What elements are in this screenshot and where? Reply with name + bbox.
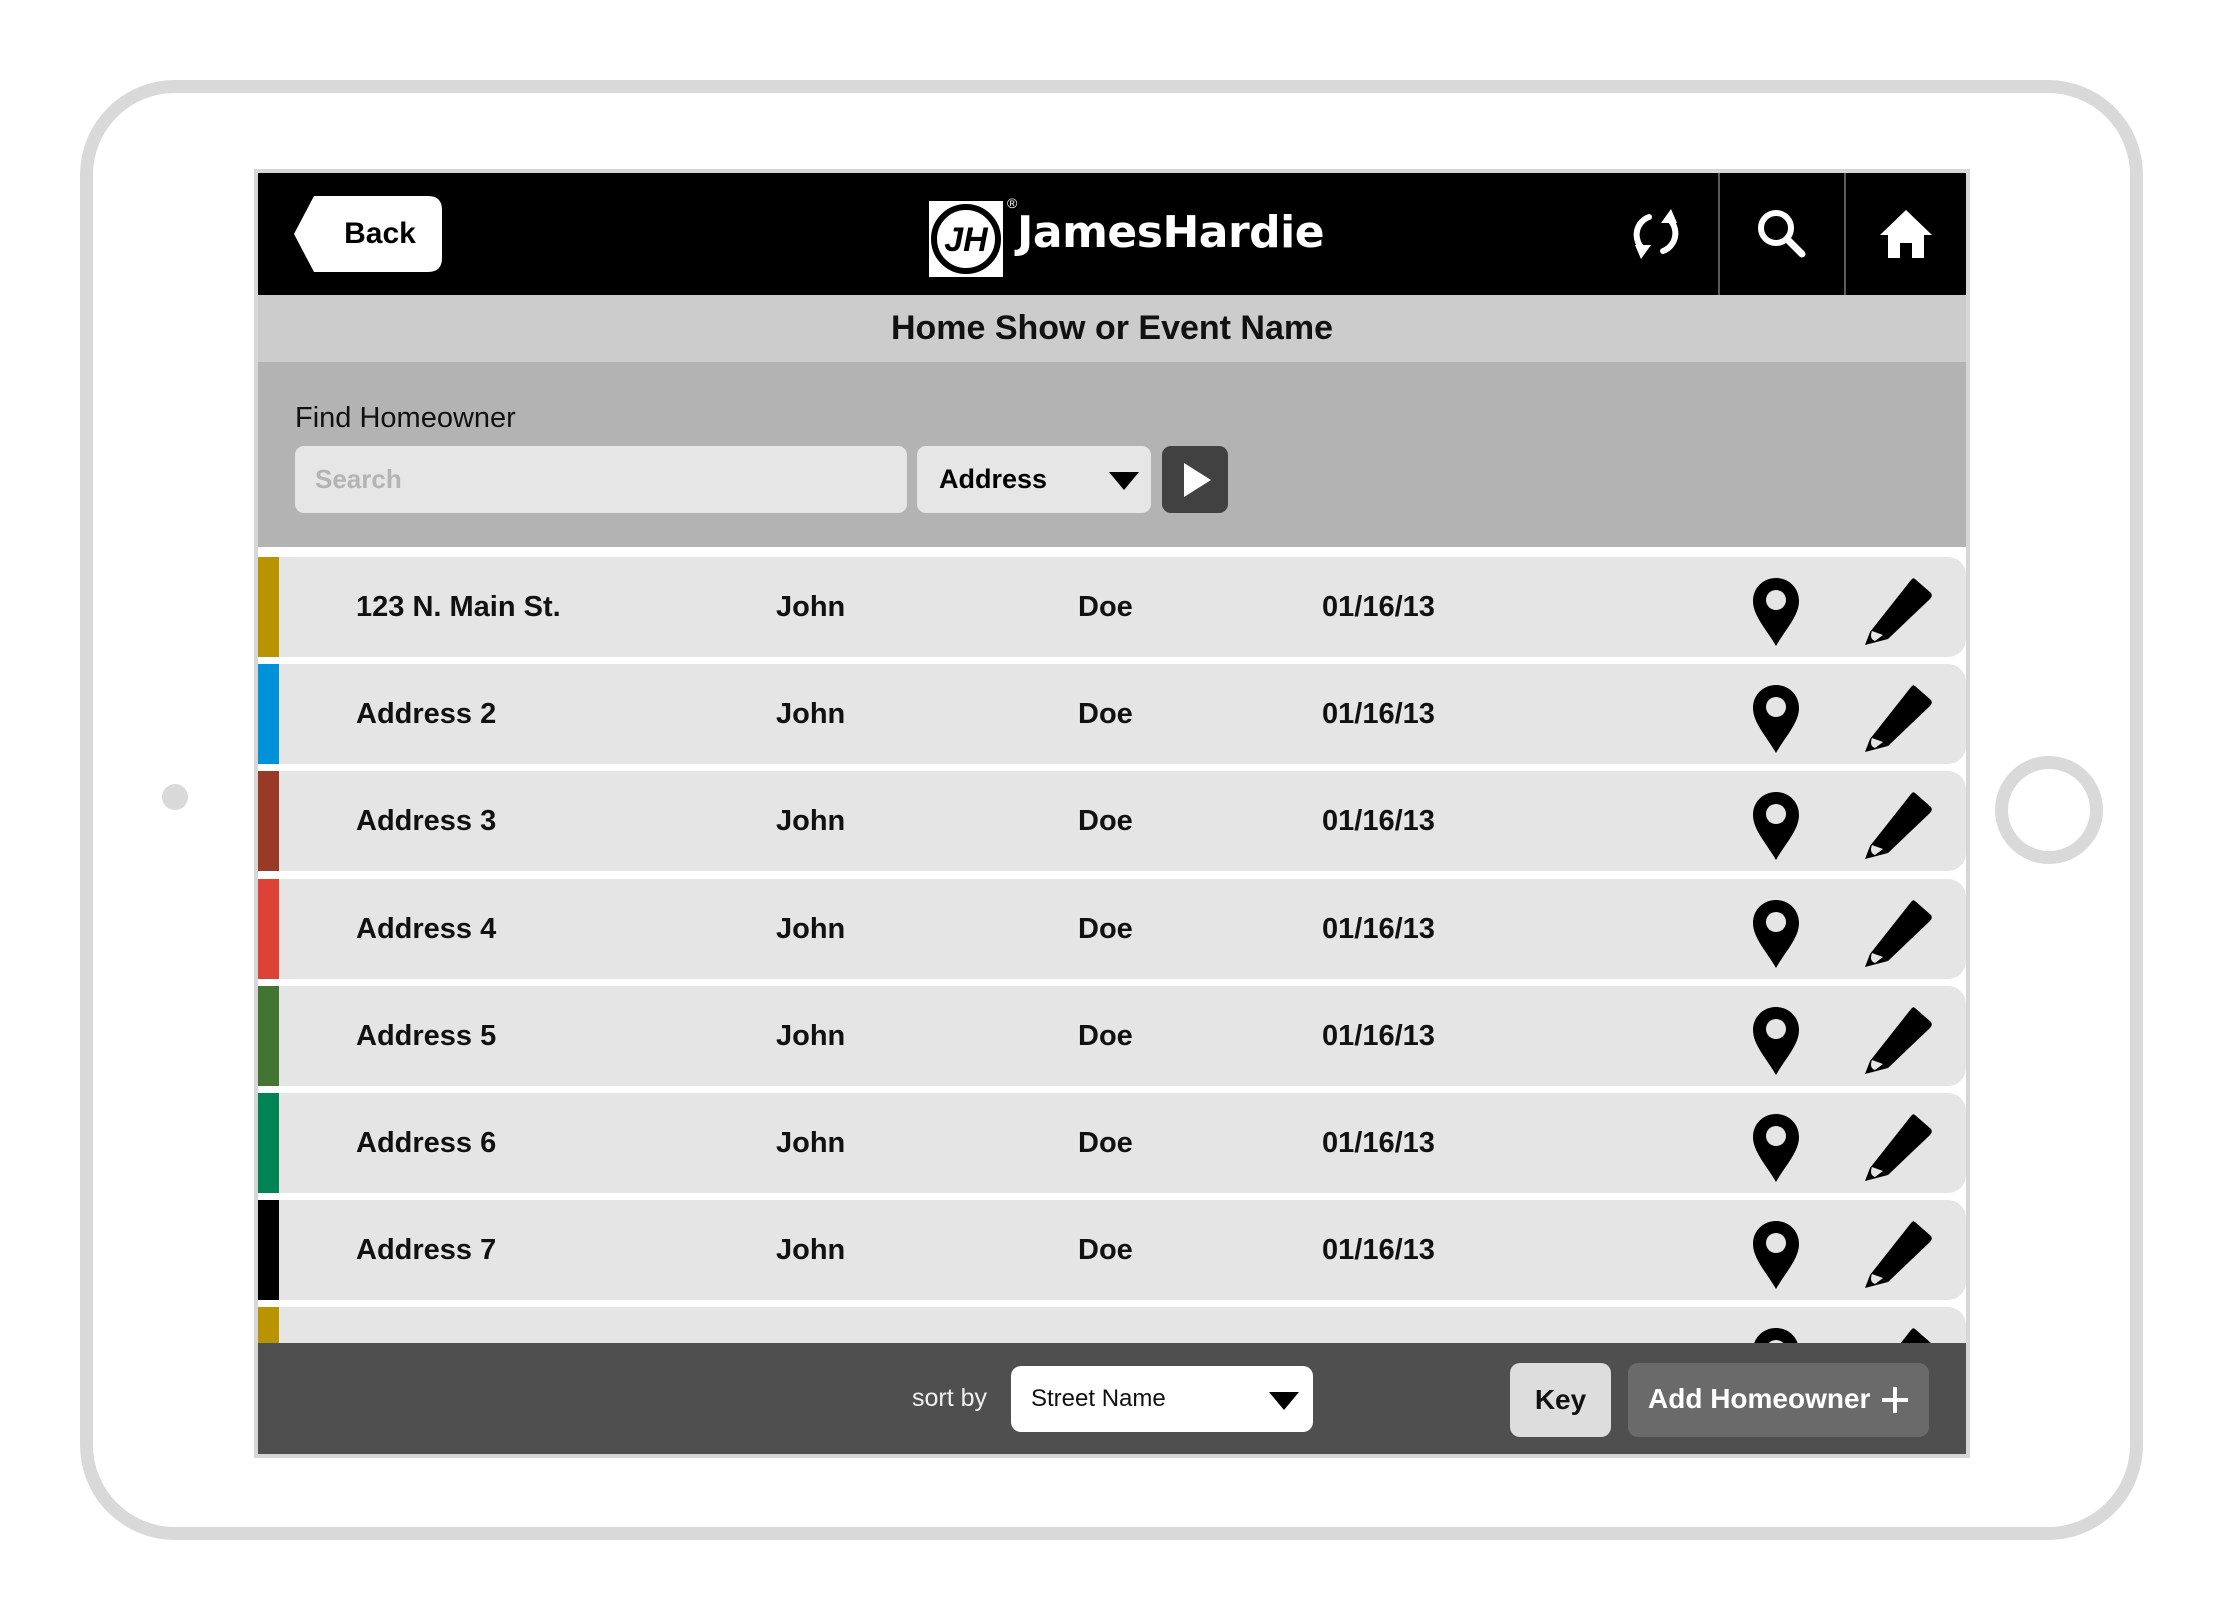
row-first-name: John <box>776 805 846 838</box>
status-color-bar <box>258 985 279 1086</box>
camera-dot <box>162 784 188 810</box>
row-date: 01/16/13 <box>1322 591 1435 623</box>
homeowner-row[interactable]: Address 6 John Doe 01/16/13 <box>258 1093 1966 1193</box>
search-go-button[interactable] <box>1162 446 1228 513</box>
svg-text:JH: JH <box>944 221 989 259</box>
homeowner-row[interactable]: Address 5 John Doe 01/16/13 <box>258 985 1966 1086</box>
map-pin-icon[interactable] <box>1753 685 1799 754</box>
row-address: Address 7 <box>356 1234 497 1267</box>
app-screen: Back JH ® JamesHardie Home Show or Event… <box>254 169 1970 1458</box>
row-last-name: Doe <box>1078 698 1133 731</box>
row-date: 01/16/13 <box>1322 1234 1435 1267</box>
sort-by-dropdown[interactable]: Street Name <box>1011 1366 1313 1432</box>
row-address: Address 6 <box>356 1127 497 1159</box>
registered-mark: ® <box>1007 195 1018 211</box>
homeowner-row[interactable]: Address 7 John Doe 01/16/13 <box>258 1200 1966 1301</box>
row-address: Address 2 <box>356 698 497 731</box>
homeowner-row[interactable]: Address 3 John Doe 01/16/13 <box>258 771 1966 872</box>
map-pin-icon[interactable] <box>1753 792 1799 861</box>
status-color-bar <box>258 1093 279 1193</box>
brand-logo: JH ® JamesHardie <box>929 195 1325 277</box>
search-field-selected: Address <box>939 464 1048 494</box>
plus-icon <box>1882 1387 1908 1413</box>
sort-by-label: sort by <box>912 1384 988 1412</box>
row-date: 01/16/13 <box>1322 805 1435 838</box>
homeowner-row[interactable]: Address 2 John Doe 01/16/13 <box>258 664 1966 765</box>
add-homeowner-button[interactable]: Add Homeowner <box>1628 1363 1929 1437</box>
pencil-icon[interactable] <box>1863 899 1933 969</box>
map-pin-icon[interactable] <box>1753 1114 1799 1182</box>
row-address: Address 3 <box>356 805 497 838</box>
homeowner-row[interactable] <box>258 1307 1966 1347</box>
pencil-icon[interactable] <box>1863 1220 1933 1290</box>
row-last-name: Doe <box>1078 912 1133 945</box>
status-color-bar <box>258 878 279 979</box>
status-color-bar <box>258 1307 279 1347</box>
row-date: 01/16/13 <box>1322 1019 1435 1052</box>
home-button[interactable] <box>1846 173 1966 295</box>
row-first-name: John <box>776 1127 846 1159</box>
refresh-icon <box>1633 209 1679 259</box>
search-field-dropdown[interactable]: Address <box>917 446 1151 513</box>
row-address: Address 5 <box>356 1019 497 1052</box>
find-homeowner-label: Find Homeowner <box>295 402 516 434</box>
row-last-name: Doe <box>1078 1234 1133 1267</box>
row-first-name: John <box>776 1234 846 1267</box>
play-icon <box>1184 463 1211 497</box>
search-button[interactable] <box>1720 173 1844 295</box>
row-address: 123 N. Main St. <box>356 591 561 623</box>
device-home-button[interactable] <box>1995 756 2103 864</box>
status-color-bar <box>258 771 279 872</box>
pencil-icon[interactable] <box>1863 1113 1933 1183</box>
back-button[interactable]: Back <box>294 196 442 272</box>
pencil-icon[interactable] <box>1863 577 1933 647</box>
brand-name: JamesHardie <box>1017 207 1325 258</box>
homeowner-row[interactable]: Address 4 John Doe 01/16/13 <box>258 878 1966 979</box>
row-date: 01/16/13 <box>1322 698 1435 731</box>
sort-by-selected: Street Name <box>1031 1385 1166 1412</box>
page-title: Home Show or Event Name <box>890 309 1334 347</box>
search-input[interactable] <box>295 446 907 513</box>
row-first-name: John <box>776 1019 846 1052</box>
row-address: Address 4 <box>356 912 497 945</box>
row-last-name: Doe <box>1078 805 1133 838</box>
status-color-bar <box>258 664 279 765</box>
status-color-bar <box>258 1200 279 1301</box>
refresh-button[interactable] <box>1594 173 1718 295</box>
row-date: 01/16/13 <box>1322 912 1435 945</box>
find-homeowner-panel: Find Homeowner Address <box>258 362 1966 547</box>
add-homeowner-label: Add Homeowner <box>1648 1383 1871 1414</box>
back-button-label: Back <box>344 217 416 250</box>
home-icon <box>1880 210 1932 258</box>
map-pin-icon[interactable] <box>1753 1006 1799 1075</box>
homeowner-list[interactable]: 123 N. Main St. John Doe 01/16/13 Address 2 J… <box>258 547 1966 1347</box>
row-first-name: John <box>776 912 846 945</box>
key-button[interactable]: Key <box>1510 1363 1611 1437</box>
jh-logo-mark: JH <box>929 201 1003 277</box>
pencil-icon[interactable] <box>1863 684 1933 754</box>
row-first-name: John <box>776 591 846 623</box>
search-icon <box>1758 210 1806 258</box>
row-last-name: Doe <box>1078 1019 1133 1052</box>
status-color-bar <box>258 557 279 657</box>
map-pin-icon[interactable] <box>1753 578 1799 646</box>
chevron-down-icon <box>1109 472 1139 490</box>
pencil-icon[interactable] <box>1863 1006 1933 1076</box>
bottom-toolbar: sort by Street Name Key Add Homeowner <box>258 1343 1966 1454</box>
row-last-name: Doe <box>1078 591 1133 623</box>
chevron-down-icon <box>1269 1392 1299 1410</box>
row-date: 01/16/13 <box>1322 1127 1435 1159</box>
map-pin-icon[interactable] <box>1753 1221 1799 1290</box>
homeowner-row[interactable]: 123 N. Main St. John Doe 01/16/13 <box>258 557 1966 657</box>
row-first-name: John <box>776 698 846 731</box>
top-nav-bar: Back JH ® JamesHardie <box>258 173 1966 295</box>
pencil-icon[interactable] <box>1863 791 1933 861</box>
map-pin-icon[interactable] <box>1753 899 1799 968</box>
row-last-name: Doe <box>1078 1127 1133 1159</box>
event-title-bar: Home Show or Event Name <box>258 295 1966 362</box>
